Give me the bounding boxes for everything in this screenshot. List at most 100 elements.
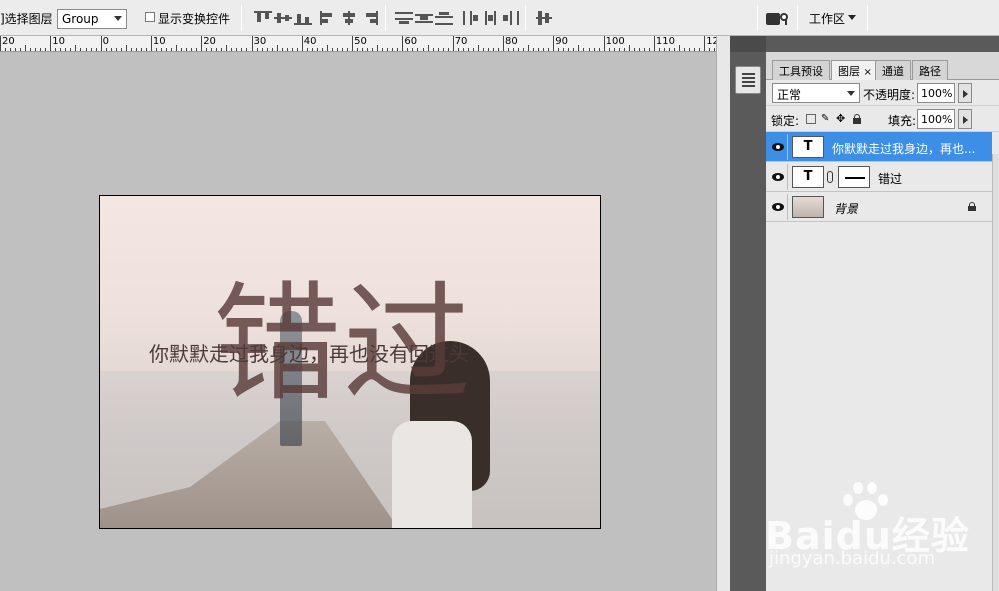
ruler-major-tick [150, 36, 152, 51]
tab-tool-presets[interactable]: 工具预设 [772, 60, 830, 80]
ruler-major-tick [352, 36, 354, 51]
ruler-minor-tick [558, 48, 560, 51]
layer-row[interactable]: 背景 [766, 192, 992, 222]
tab-label: 工具预设 [779, 65, 823, 78]
ruler-minor-tick [598, 48, 600, 51]
document-canvas[interactable]: 错过 你默默走过我身边，再也没有回过头 [99, 195, 601, 529]
tab-layers[interactable]: 图层 × [831, 60, 879, 80]
align-right-icon[interactable] [360, 11, 378, 25]
ruler-minor-tick [372, 48, 374, 51]
canvas-vertical-scrollbar[interactable] [716, 36, 730, 591]
align-vcenter-icon[interactable] [274, 11, 292, 25]
layer-name[interactable]: 背景 [834, 200, 858, 217]
opacity-input[interactable]: 100% [917, 83, 955, 103]
ruler-minor-tick [105, 48, 107, 51]
layer-row[interactable]: T 你默默走过我身边，再也... [766, 132, 992, 162]
ruler-major-tick [201, 36, 203, 51]
distribute-vcenter-icon[interactable] [415, 11, 433, 25]
ruler-minor-tick [437, 48, 439, 51]
ruler-minor-tick [513, 48, 515, 51]
ruler-minor-tick [548, 48, 550, 51]
watermark-url-text: jingyan.baidu.com [769, 548, 936, 569]
eye-icon[interactable] [768, 134, 788, 160]
tab-label: 通道 [882, 65, 904, 78]
panel-tabs: 工具预设 图层 × 通道 路径 [766, 52, 999, 80]
bridge-icon[interactable] [766, 11, 790, 25]
layer-row[interactable]: T 错过 [766, 162, 992, 192]
auto-align-layers-icon[interactable] [536, 11, 554, 25]
ruler-minor-tick [518, 48, 520, 51]
eye-icon[interactable] [768, 194, 788, 220]
align-top-icon[interactable] [254, 11, 272, 25]
ruler-minor-tick [668, 48, 670, 51]
layer-mask-thumbnail[interactable] [838, 166, 870, 188]
close-icon[interactable]: × [864, 67, 872, 78]
ruler-minor-tick [206, 48, 208, 51]
dock-header[interactable] [730, 36, 766, 52]
ruler-minor-tick [342, 48, 344, 51]
ruler-minor-tick [638, 48, 640, 51]
ruler-minor-tick [125, 45, 127, 51]
lock-image-brush-icon[interactable]: ✎ [821, 114, 831, 124]
blend-mode-dropdown[interactable]: 正常 [772, 83, 860, 103]
ruler-minor-tick [326, 45, 328, 51]
ruler-minor-tick [674, 48, 676, 51]
ruler-minor-tick [497, 48, 499, 51]
horizontal-ruler[interactable]: 20100102030405060708090100110120 [0, 36, 716, 52]
ruler-minor-tick [165, 48, 167, 51]
ruler-minor-tick [25, 45, 27, 51]
eye-icon[interactable] [768, 164, 788, 190]
show-transform-checkbox[interactable] [145, 12, 155, 22]
distribute-right-icon[interactable] [502, 11, 520, 25]
ruler-minor-tick [221, 48, 223, 51]
ruler-minor-tick [306, 48, 308, 51]
ruler-minor-tick [241, 48, 243, 51]
fill-slider-button[interactable] [958, 109, 972, 129]
ruler-minor-tick [407, 48, 409, 51]
distribute-hcenter-icon[interactable] [482, 11, 500, 25]
ruler-major-tick [704, 36, 706, 51]
ruler-minor-tick [115, 48, 117, 51]
ruler-label: 100 [605, 36, 625, 47]
ruler-minor-tick [422, 48, 424, 51]
align-left-icon[interactable] [320, 11, 338, 25]
separator [241, 5, 242, 31]
distribute-top-icon[interactable] [395, 11, 413, 25]
show-transform-label: 显示变换控件 [158, 12, 231, 26]
fill-input[interactable]: 100% [917, 109, 955, 129]
ruler-minor-tick [286, 48, 288, 51]
distribute-left-icon[interactable] [462, 11, 480, 25]
ruler-minor-tick [5, 48, 7, 51]
lock-all-icon[interactable] [852, 114, 862, 124]
ruler-minor-tick [90, 48, 92, 51]
ruler-minor-tick [186, 48, 188, 51]
panel-header[interactable] [766, 36, 999, 52]
chevron-down-icon [848, 15, 856, 20]
ruler-minor-tick [432, 48, 434, 51]
ruler-minor-tick [130, 48, 132, 51]
ruler-minor-tick [266, 48, 268, 51]
align-bottom-icon[interactable] [294, 11, 312, 25]
auto-select-label[interactable]: ]选择图层 [0, 10, 53, 27]
layer-name[interactable]: 错过 [878, 170, 902, 187]
workspace-menu[interactable]: 工作区 [809, 10, 845, 27]
opacity-label: 不透明度: [863, 88, 916, 102]
subtitle-text-layer[interactable]: 你默默走过我身边，再也没有回过头 [149, 338, 469, 367]
lock-position-move-icon[interactable]: ✥ [836, 113, 846, 124]
ruler-minor-tick [382, 48, 384, 51]
history-panel-icon[interactable] [735, 66, 761, 94]
auto-select-dropdown[interactable]: Group [57, 9, 127, 29]
ruler-minor-tick [694, 48, 696, 51]
distribute-bottom-icon[interactable] [435, 11, 453, 25]
tab-channels[interactable]: 通道 [875, 60, 911, 80]
lock-transparent-icon[interactable] [806, 114, 816, 124]
ruler-minor-tick [362, 48, 364, 51]
ruler-minor-tick [171, 48, 173, 51]
tab-paths[interactable]: 路径 [912, 60, 948, 80]
align-hcenter-icon[interactable] [340, 11, 358, 25]
opacity-slider-button[interactable] [958, 83, 972, 103]
ruler-minor-tick [482, 48, 484, 51]
ruler-minor-tick [216, 48, 218, 51]
link-chain-icon[interactable] [827, 171, 833, 183]
layer-name[interactable]: 你默默走过我身边，再也... [832, 140, 992, 157]
